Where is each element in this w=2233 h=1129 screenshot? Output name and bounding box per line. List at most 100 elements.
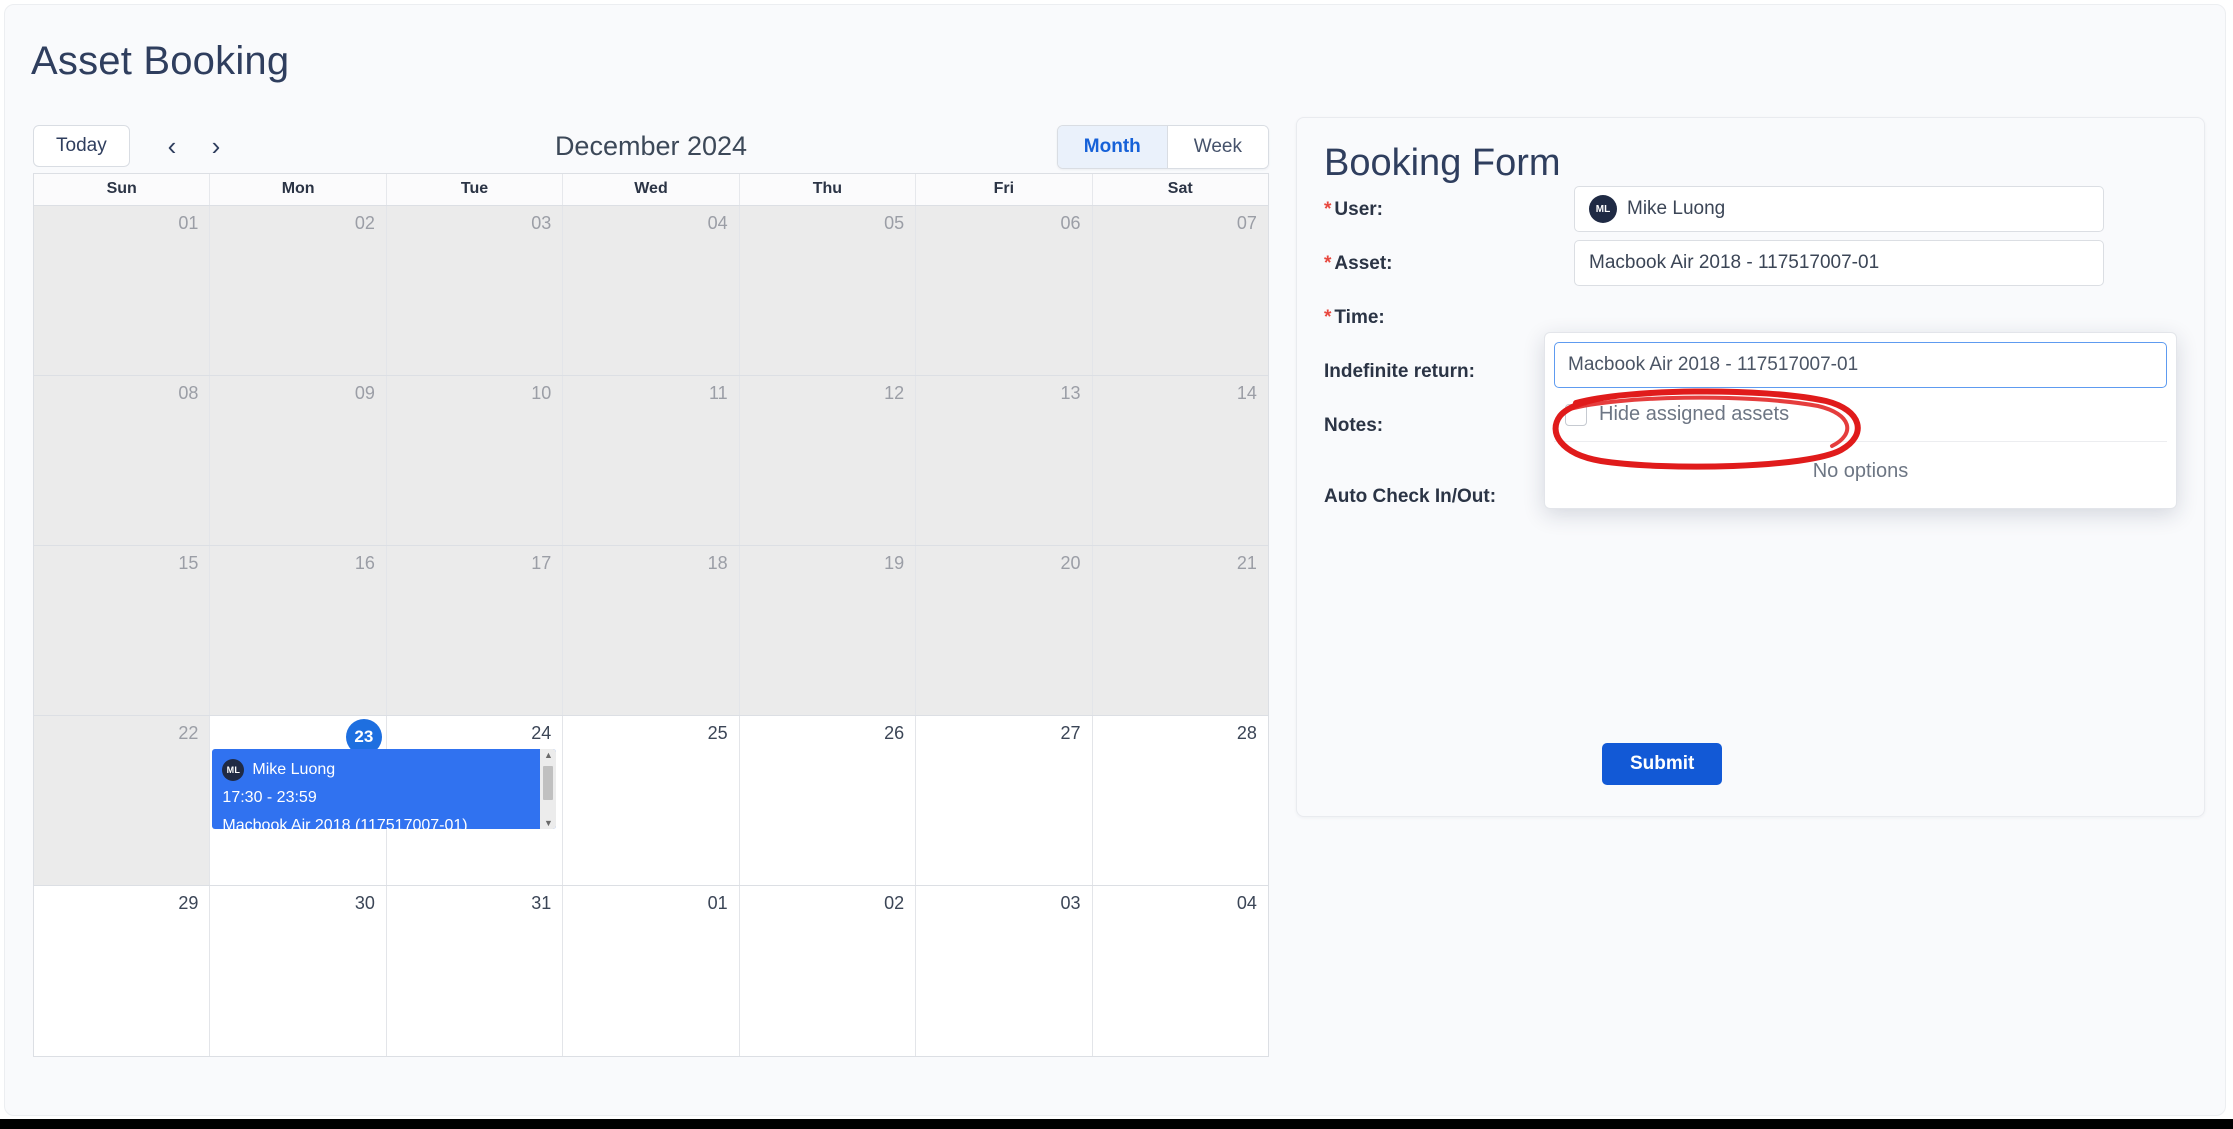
calendar-day-cell[interactable]: 02	[210, 206, 387, 375]
calendar-day-cell[interactable]: 31	[386, 886, 564, 1056]
calendar-day-cell[interactable]: 15	[34, 546, 211, 715]
weekday-mon: Mon	[210, 174, 387, 205]
asset-label: * Asset:	[1324, 253, 1393, 274]
today-button[interactable]: Today	[33, 125, 130, 167]
day-number: 30	[354, 893, 375, 913]
calendar-day-cell[interactable]: 04	[1092, 886, 1268, 1056]
chevron-right-icon[interactable]: ›	[195, 125, 237, 167]
asset-dropdown-panel: Hide assigned assets No options	[1544, 332, 2177, 509]
calendar-day-cell[interactable]: 25	[563, 716, 740, 885]
calendar-day-cell[interactable]: 03	[916, 886, 1093, 1056]
calendar-day-cell[interactable]: 03	[386, 206, 564, 375]
page-title: Asset Booking	[31, 39, 290, 83]
required-asterisk: *	[1324, 253, 1332, 274]
calendar-panel: Today ‹ › December 2024 Month Week Sun M…	[33, 123, 1269, 1057]
time-label: * Time:	[1324, 307, 1385, 328]
auto-check-label: Auto Check In/Out:	[1324, 486, 1497, 507]
calendar-day-cell[interactable]: 26	[739, 716, 917, 885]
form-row-asset: * Asset: Macbook Air 2018 - 117517007-01	[1324, 240, 2179, 286]
calendar-day-cell[interactable]: 14	[1092, 376, 1268, 545]
day-number: 25	[707, 723, 728, 743]
tab-week-view[interactable]: Week	[1167, 126, 1268, 168]
event-user-row: ML Mike Luong	[222, 756, 546, 784]
calendar-day-cell[interactable]: 28	[1092, 716, 1268, 885]
calendar-week-row: 29 30 31 01 02 03 04	[34, 886, 1268, 1056]
weekday-thu: Thu	[740, 174, 917, 205]
calendar-day-cell[interactable]: 05	[739, 206, 917, 375]
app-viewport: Asset Booking Today ‹ › December 2024 Mo…	[0, 0, 2233, 1129]
hide-assigned-assets-checkbox[interactable]	[1565, 403, 1587, 426]
day-number: 03	[531, 213, 552, 233]
user-value: Mike Luong	[1627, 198, 1726, 219]
user-field-wrap: ML Mike Luong	[1574, 186, 2104, 232]
calendar-day-cell[interactable]: 19	[739, 546, 917, 715]
day-number: 08	[178, 383, 199, 403]
scrollbar-thumb[interactable]	[543, 766, 554, 800]
weekday-wed: Wed	[563, 174, 740, 205]
calendar-day-cell[interactable]: 02	[739, 886, 917, 1056]
calendar-day-cell[interactable]: 09	[210, 376, 387, 545]
calendar-day-cell[interactable]: 20	[916, 546, 1093, 715]
calendar-week-row: 15 16 17 18 19 20 21	[34, 546, 1268, 716]
calendar-day-cell[interactable]: 04	[563, 206, 740, 375]
indefinite-return-label: Indefinite return:	[1324, 361, 1475, 382]
calendar-day-cell[interactable]: 12	[739, 376, 917, 545]
day-number: 19	[884, 553, 905, 573]
booking-form-title: Booking Form	[1324, 142, 1561, 184]
page-panel: Asset Booking Today ‹ › December 2024 Mo…	[4, 4, 2226, 1116]
calendar-week-row: 01 02 03 04 05 06 07	[34, 206, 1268, 376]
calendar-day-cell[interactable]: 08	[34, 376, 211, 545]
day-number: 29	[178, 893, 199, 913]
calendar-day-cell[interactable]: 01	[563, 886, 740, 1056]
calendar-day-cell[interactable]: 13	[916, 376, 1093, 545]
submit-button[interactable]: Submit	[1602, 743, 1723, 785]
asset-search-input[interactable]	[1554, 342, 2167, 388]
calendar-day-cell[interactable]: 21	[1092, 546, 1268, 715]
day-number: 24	[531, 723, 552, 743]
asset-select[interactable]: Macbook Air 2018 - 117517007-01	[1574, 240, 2104, 286]
weekday-sat: Sat	[1167, 180, 1193, 197]
event-scrollbar[interactable]: ▲ ▼	[540, 749, 557, 829]
calendar-day-cell[interactable]: 29	[34, 886, 211, 1056]
event-asset: Macbook Air 2018 (117517007-01)	[222, 817, 468, 829]
weekday-fri: Fri	[916, 174, 1093, 205]
day-number: 31	[531, 893, 552, 913]
day-number: 14	[1236, 383, 1257, 403]
tab-month-view[interactable]: Month	[1057, 126, 1167, 168]
day-number: 26	[884, 723, 905, 743]
calendar-toolbar: Today ‹ › December 2024 Month Week	[33, 123, 1269, 173]
calendar-day-cell[interactable]: 06	[916, 206, 1093, 375]
calendar-day-cell[interactable]: 22	[34, 716, 211, 885]
calendar-day-cell-today[interactable]: 23 ML Mike Luong 17:30 - 23:59 Macbook A…	[210, 716, 557, 885]
calendar-day-cell[interactable]: 01	[34, 206, 211, 375]
scroll-down-icon[interactable]: ▼	[544, 817, 553, 829]
calendar-day-cell[interactable]: 17	[386, 546, 564, 715]
hide-assigned-assets-row[interactable]: Hide assigned assets	[1554, 388, 2167, 442]
calendar-day-cell[interactable]: 30	[210, 886, 387, 1056]
user-select[interactable]: ML Mike Luong	[1574, 186, 2104, 232]
hide-assigned-assets-label: Hide assigned assets	[1599, 403, 1790, 425]
calendar-event-booking[interactable]: ML Mike Luong 17:30 - 23:59 Macbook Air …	[212, 749, 557, 829]
calendar-day-cell[interactable]: 07	[1092, 206, 1268, 375]
day-number: 15	[178, 553, 199, 573]
chevron-left-icon[interactable]: ‹	[151, 125, 193, 167]
window-bottom-bar	[0, 1119, 2233, 1129]
required-asterisk: *	[1324, 199, 1332, 220]
day-number: 16	[354, 553, 375, 573]
scroll-up-icon[interactable]: ▲	[544, 749, 553, 761]
day-number: 20	[1060, 553, 1081, 573]
calendar-grid: Sun Mon Tue Wed Thu Fri Sat 01 02 03 04 …	[33, 173, 1269, 1057]
calendar-day-cell[interactable]: 27	[916, 716, 1093, 885]
calendar-day-cell[interactable]: 11	[563, 376, 740, 545]
weekday-tue: Tue	[387, 174, 564, 205]
event-time: 17:30 - 23:59	[222, 789, 317, 806]
day-number: 05	[884, 213, 905, 233]
calendar-day-cell[interactable]: 16	[210, 546, 387, 715]
day-number: 21	[1236, 553, 1257, 573]
calendar-day-cell[interactable]: 10	[386, 376, 564, 545]
calendar-day-cell[interactable]: 18	[563, 546, 740, 715]
day-number: 09	[354, 383, 375, 403]
day-number: 28	[1236, 723, 1257, 743]
calendar-view-switch: Month Week	[1056, 125, 1269, 169]
day-number: 04	[1236, 893, 1257, 913]
